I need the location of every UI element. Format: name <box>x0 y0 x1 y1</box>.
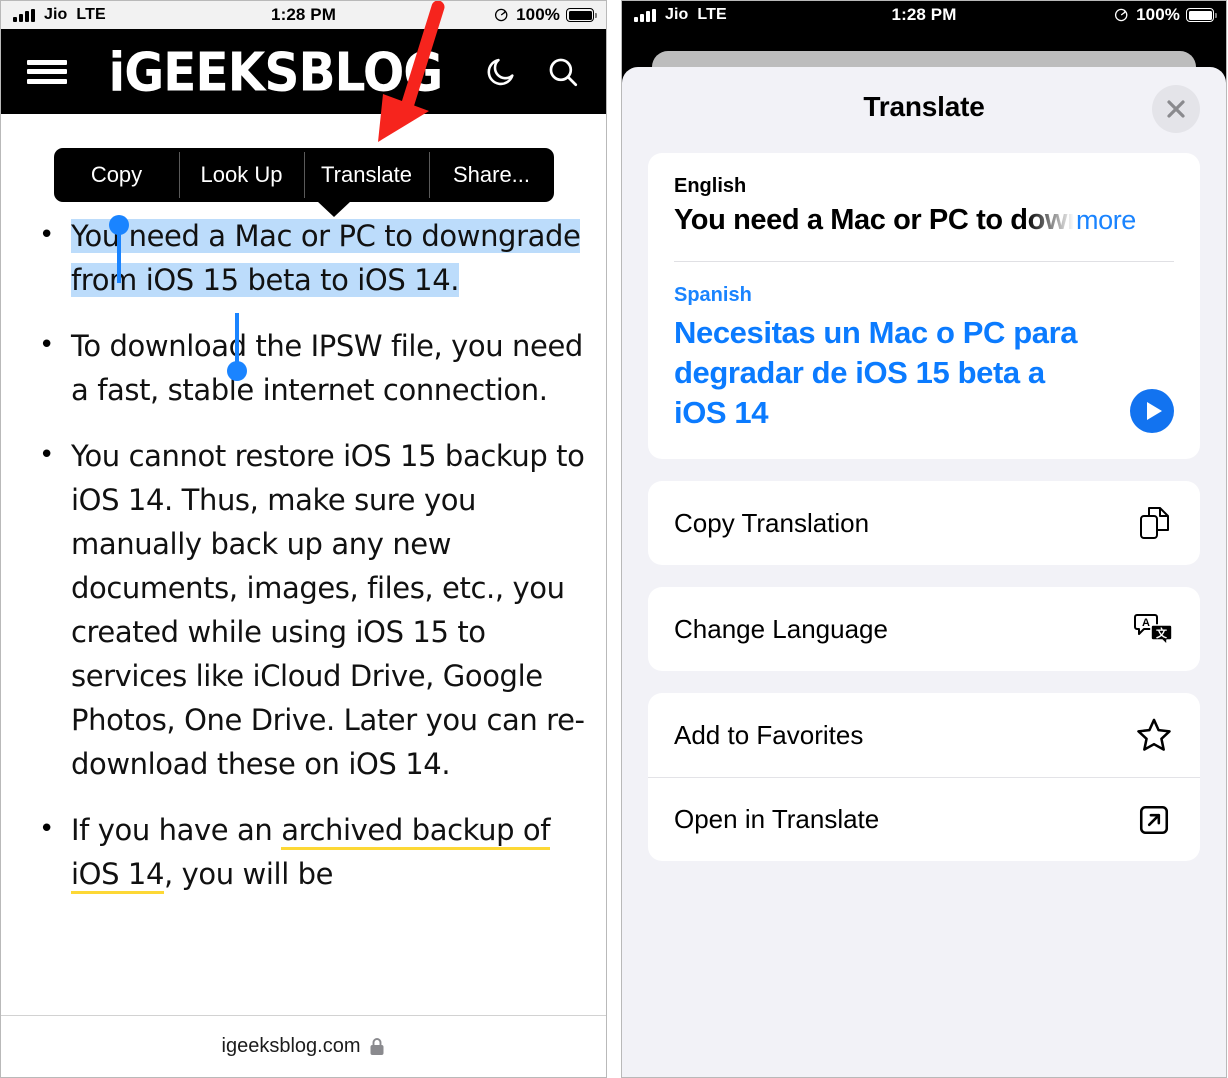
site-header: iGEEKSBLOG <box>1 29 606 114</box>
location-arrow-icon <box>495 8 508 22</box>
translation-card: English You need a Mac or PC to down mor… <box>648 153 1200 459</box>
page-title: Translate <box>863 91 985 122</box>
lock-icon <box>370 1038 384 1055</box>
battery-percent-label: 100% <box>1136 5 1180 24</box>
target-language-label: Spanish <box>674 284 752 306</box>
battery-percent-label: 100% <box>516 5 560 24</box>
status-bar-left-group: Jio LTE <box>622 6 727 24</box>
list-item-text: To download the IPSW file, you need a fa… <box>71 329 583 407</box>
ctx-look-up-button[interactable]: Look Up <box>179 148 304 202</box>
change-language-row[interactable]: Change Language A 文 <box>648 587 1200 671</box>
change-language-label: Change Language <box>674 613 888 644</box>
network-type-label: LTE <box>76 6 106 23</box>
list-item: If you have an archived backup of iOS 14… <box>1 807 606 896</box>
sheet-header: Translate <box>622 67 1226 147</box>
open-in-translate-row[interactable]: Open in Translate <box>648 777 1200 861</box>
svg-text:A: A <box>1142 617 1150 629</box>
selected-text[interactable]: You need a Mac or PC to downgrade from i… <box>71 219 581 297</box>
copy-documents-icon <box>1134 503 1174 543</box>
card-divider <box>674 261 1174 262</box>
moon-icon[interactable] <box>484 55 518 89</box>
browser-url-bar[interactable]: igeeksblog.com <box>1 1015 606 1077</box>
battery-full-icon <box>566 8 597 22</box>
carrier-label: Jio <box>44 6 68 23</box>
add-to-favorites-row[interactable]: Add to Favorites <box>648 693 1200 777</box>
ctx-translate-button[interactable]: Translate <box>304 148 429 202</box>
context-menu-caret <box>317 201 351 217</box>
network-type-label: LTE <box>697 6 727 23</box>
header-icons <box>484 55 580 89</box>
close-button[interactable] <box>1152 85 1200 133</box>
open-in-translate-label: Open in Translate <box>674 804 880 834</box>
search-icon[interactable] <box>546 55 580 89</box>
status-bar-left: Jio LTE 1:28 PM 100% <box>1 1 606 29</box>
context-menu-bar: Copy Look Up Translate Share... <box>54 148 554 202</box>
list-item: You need a Mac or PC to downgrade from i… <box>1 213 606 302</box>
list-item: To download the IPSW file, you need a fa… <box>1 323 606 412</box>
panel-divider <box>607 0 621 1078</box>
actions-group-more: Add to Favorites Open in Translate <box>648 693 1200 861</box>
status-bar-left-group: Jio LTE <box>1 6 106 24</box>
dual-screenshot-composite: Jio LTE 1:28 PM 100% iGEEKSBLOG Copy Loo… <box>0 0 1228 1078</box>
change-language-icon: A 文 <box>1134 609 1174 649</box>
copy-translation-row[interactable]: Copy Translation <box>648 481 1200 565</box>
source-text: You need a Mac or PC to down <box>674 204 1074 236</box>
text-selection-context-menu[interactable]: Copy Look Up Translate Share... <box>54 148 554 217</box>
status-bar-right: Jio LTE 1:28 PM 100% <box>622 1 1226 29</box>
url-domain-label: igeeksblog.com <box>221 1035 361 1057</box>
open-external-icon <box>1134 800 1174 840</box>
source-language-label: English <box>674 175 747 197</box>
clock-label: 1:28 PM <box>271 5 336 24</box>
article-bullet-list: You need a Mac or PC to downgrade from i… <box>1 213 606 896</box>
signal-bars-icon <box>13 8 35 22</box>
actions-group-copy: Copy Translation <box>648 481 1200 565</box>
left-phone-screen: Jio LTE 1:28 PM 100% iGEEKSBLOG Copy Loo… <box>0 0 607 1078</box>
article-body: You need a Mac or PC to downgrade from i… <box>1 114 606 896</box>
status-bar-right-group: 100% <box>1114 5 1226 25</box>
site-logo[interactable]: iGEEKSBLOG <box>109 45 444 98</box>
signal-bars-icon <box>634 8 656 22</box>
right-phone-screen: Jio LTE 1:28 PM 100% Translate English Y… <box>621 0 1227 1078</box>
carrier-label: Jio <box>665 6 689 23</box>
status-bar-right-group: 100% <box>494 5 606 25</box>
play-audio-icon <box>1146 402 1162 420</box>
list-item-text: , you will be <box>164 857 334 891</box>
ctx-share-button[interactable]: Share... <box>429 148 554 202</box>
location-arrow-icon <box>1115 8 1128 22</box>
battery-full-icon <box>1186 8 1217 22</box>
ctx-copy-button[interactable]: Copy <box>54 148 179 202</box>
list-item-text: If you have an <box>71 813 282 847</box>
hamburger-menu-icon[interactable] <box>27 57 67 87</box>
more-link[interactable]: more <box>1076 205 1136 236</box>
translate-sheet: Translate English You need a Mac or PC t… <box>622 67 1226 1077</box>
svg-text:文: 文 <box>1156 626 1168 640</box>
list-item-text: You cannot restore iOS 15 backup to iOS … <box>71 439 585 781</box>
clock-label: 1:28 PM <box>891 5 957 24</box>
translated-text: Necesitas un Mac o PC para degradar de i… <box>674 315 1078 430</box>
copy-translation-label: Copy Translation <box>674 507 870 538</box>
source-text-row: You need a Mac or PC to down more <box>674 204 1174 237</box>
list-item: You cannot restore iOS 15 backup to iOS … <box>1 433 606 786</box>
add-to-favorites-label: Add to Favorites <box>674 719 864 750</box>
star-outline-icon <box>1134 715 1174 755</box>
play-audio-button[interactable] <box>1130 389 1174 433</box>
close-x-icon <box>1167 100 1185 118</box>
actions-group-language: Change Language A 文 <box>648 587 1200 671</box>
